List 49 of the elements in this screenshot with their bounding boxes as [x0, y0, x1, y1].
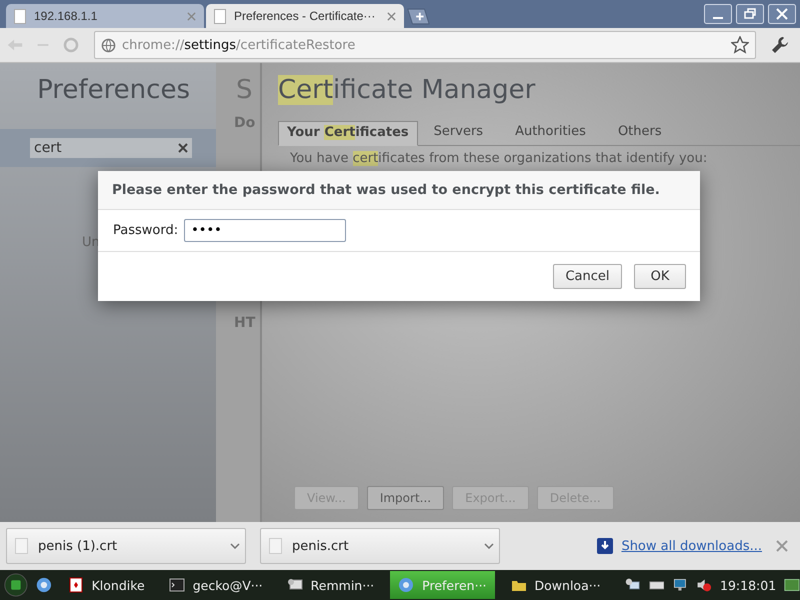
star-icon[interactable] [731, 36, 749, 54]
description-text: You have certificates from these organizations that identify you: [289, 150, 708, 166]
terminal-icon [168, 577, 185, 593]
panel-title: Certificate Manager [278, 74, 536, 107]
download-item[interactable]: penis.crt [260, 528, 500, 564]
globe-icon [101, 38, 116, 52]
taskbar-item[interactable]: gecko@V··· [160, 571, 271, 599]
show-all-downloads-link[interactable]: Show all downloads... [621, 538, 762, 554]
tab-title: 192.168.1.1 [34, 9, 98, 23]
download-item[interactable]: penis (1).crt [6, 528, 246, 564]
action-button[interactable]: Import... [366, 486, 444, 510]
dialog-button[interactable]: Cancel [553, 264, 622, 289]
cards-icon [68, 577, 84, 593]
sidebar-title: Preferences [36, 74, 191, 107]
address-bar[interactable]: chrome://settings/certificateRestore [94, 31, 756, 59]
page-icon [214, 8, 226, 24]
tab[interactable]: Servers [418, 121, 500, 145]
restore-icon[interactable] [736, 4, 764, 24]
tab[interactable]: Authorities [499, 121, 602, 145]
tab[interactable]: Your Certificates [278, 121, 418, 146]
password-label: Password: [113, 223, 178, 238]
taskbar-item[interactable]: Remmin··· [278, 571, 382, 599]
password-field[interactable]: •••• [184, 219, 346, 242]
close-icon[interactable] [387, 12, 396, 20]
clear-icon[interactable] [178, 143, 188, 153]
desktop-icon[interactable] [784, 576, 800, 594]
tab[interactable]: Others [602, 121, 678, 145]
caret-icon[interactable] [484, 543, 494, 549]
new-tab-button[interactable] [406, 8, 430, 25]
browser-icon[interactable] [36, 575, 52, 595]
minimize-icon[interactable] [704, 4, 732, 24]
browser-icon [398, 577, 414, 593]
search-field[interactable]: cert [30, 138, 192, 158]
caret-icon[interactable] [230, 543, 240, 549]
dialog-button[interactable]: OK [634, 264, 686, 289]
close-icon[interactable] [776, 540, 788, 552]
file-icon [15, 538, 28, 554]
taskbar-item[interactable]: Downloa··· [502, 571, 609, 599]
tab-title: Preferences - Certificate··· [234, 9, 376, 23]
browser-tab[interactable]: 192.168.1.1 [6, 4, 204, 28]
wrench-icon[interactable] [770, 35, 790, 55]
page-icon [14, 8, 26, 24]
dialog-title: Please enter the password that was used to encrypt this certificate file. [98, 171, 700, 210]
clock: 19:18:01 [720, 578, 776, 592]
browser-tab[interactable]: Preferences - Certificate··· [206, 4, 404, 28]
download-icon [597, 538, 614, 554]
url-text: chrome://settings/certificateRestore [122, 38, 356, 52]
taskbar-item[interactable]: Klondike [60, 571, 153, 599]
file-icon [269, 538, 282, 554]
